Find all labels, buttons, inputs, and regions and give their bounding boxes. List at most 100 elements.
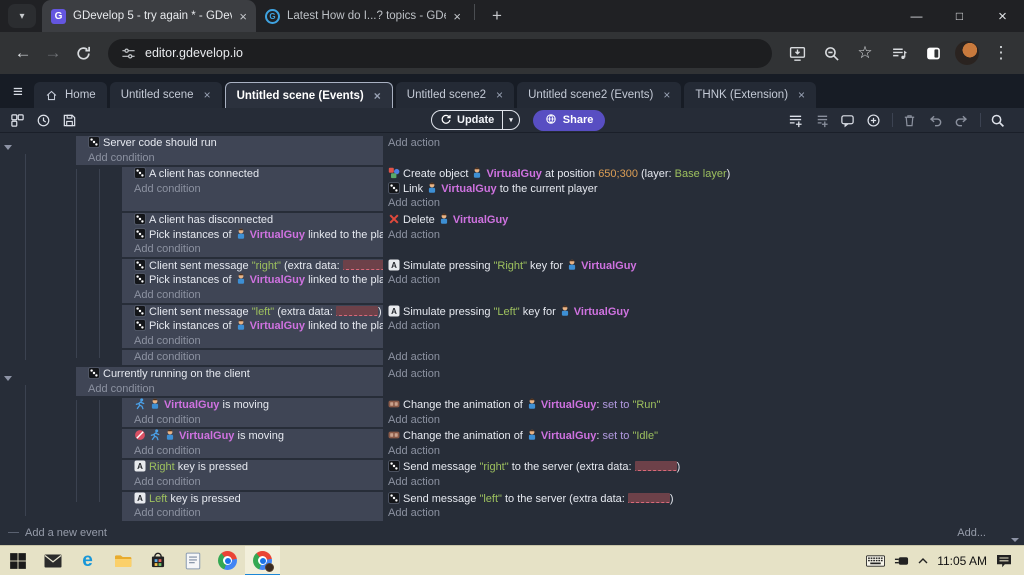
condition-line[interactable]: Currently running on the client <box>88 367 379 382</box>
tab-close-icon[interactable]: × <box>374 89 381 103</box>
action-line[interactable]: Change the animation of VirtualGuy: set … <box>388 429 1024 444</box>
history-clock-button[interactable] <box>35 112 52 129</box>
actions-cell[interactable]: Add action <box>383 350 1024 365</box>
condition-line[interactable]: Server code should run <box>88 136 379 151</box>
power-plug-icon[interactable] <box>894 556 909 566</box>
add-condition-button[interactable]: Add condition <box>134 288 379 303</box>
close-button[interactable]: × <box>981 0 1024 32</box>
conditions-cell[interactable]: VirtualGuy is movingAdd condition <box>122 429 383 458</box>
event-row[interactable]: Server code should runAdd condition Add a… <box>0 136 1024 165</box>
editor-tab-untitled-scene-events-[interactable]: Untitled scene (Events)× <box>225 82 393 108</box>
tab-close-icon[interactable]: × <box>663 88 670 102</box>
event-row[interactable]: VirtualGuy is movingAdd condition Change … <box>0 398 1024 427</box>
undo-button[interactable] <box>927 112 944 129</box>
tab-close-icon[interactable]: × <box>453 10 461 23</box>
media-playlist-button[interactable] <box>884 38 914 68</box>
taskbar-file-explorer[interactable] <box>105 546 140 575</box>
condition-line[interactable]: Client sent message "right" (extra data:… <box>134 259 379 274</box>
actions-cell[interactable]: Delete VirtualGuyAdd action <box>383 213 1024 257</box>
add-action-button[interactable]: Add action <box>388 444 1024 459</box>
redacted-parameter[interactable] <box>336 306 378 316</box>
add-action-button[interactable]: Add action <box>388 196 1024 211</box>
actions-cell[interactable]: ASimulate pressing "Right" key for Virtu… <box>383 259 1024 303</box>
conditions-cell[interactable]: Currently running on the clientAdd condi… <box>76 367 383 396</box>
add-action-button[interactable]: Add action <box>388 228 1024 243</box>
editor-tab-untitled-scene2[interactable]: Untitled scene2× <box>396 82 514 108</box>
action-line[interactable]: Send message "left" to the server (extra… <box>388 492 1024 507</box>
add-new-event-button[interactable]: Add a new event <box>8 527 107 539</box>
taskbar-edge[interactable]: e <box>70 546 105 575</box>
add-condition-button[interactable]: Add condition <box>134 182 379 197</box>
add-action-button[interactable]: Add action <box>388 367 1024 382</box>
add-action-button[interactable]: Add action <box>388 350 1024 365</box>
add-condition-button[interactable]: Add condition <box>134 350 379 365</box>
chevron-down-icon[interactable] <box>1011 538 1019 542</box>
trash-button[interactable] <box>901 112 918 129</box>
editor-tab-home[interactable]: Home <box>34 82 107 108</box>
browser-tab[interactable]: GLatest How do I...? topics - GDe× <box>256 0 470 32</box>
action-line[interactable]: ASimulate pressing "Left" key for Virtua… <box>388 305 1024 320</box>
conditions-cell[interactable]: Client sent message "right" (extra data:… <box>122 259 383 303</box>
condition-line[interactable]: A client has connected <box>134 167 379 182</box>
add-action-button[interactable]: Add action <box>388 136 1024 151</box>
editor-tab-untitled-scene[interactable]: Untitled scene× <box>110 82 222 108</box>
event-row[interactable]: A client has disconnectedPick instances … <box>0 213 1024 257</box>
action-line[interactable]: Create object VirtualGuy at position 650… <box>388 167 1024 182</box>
actions-cell[interactable]: Change the animation of VirtualGuy: set … <box>383 398 1024 427</box>
action-line[interactable]: ASimulate pressing "Right" key for Virtu… <box>388 259 1024 274</box>
event-row[interactable]: ALeft key is pressedAdd conditionSend me… <box>0 492 1024 521</box>
address-bar[interactable]: editor.gdevelop.io <box>108 39 772 68</box>
update-dropdown-button[interactable]: ▾ <box>502 111 519 129</box>
bookmark-star-button[interactable]: ☆ <box>850 38 880 68</box>
profile-avatar-button[interactable] <box>952 38 982 68</box>
redacted-parameter[interactable] <box>635 461 677 471</box>
add-condition-button[interactable]: Add condition <box>134 475 379 490</box>
forward-arrow-button[interactable]: → <box>38 38 68 68</box>
event-row[interactable]: ARight key is pressedAdd condition Send m… <box>0 460 1024 489</box>
event-row[interactable]: VirtualGuy is movingAdd condition Change … <box>0 429 1024 458</box>
action-line[interactable]: Send message "right" to the server (extr… <box>388 460 1024 475</box>
main-menu-button[interactable]: ≡ <box>2 78 34 106</box>
actions-cell[interactable]: Add action <box>383 136 1024 165</box>
save-floppy-button[interactable] <box>61 112 78 129</box>
add-condition-button[interactable]: Add condition <box>134 334 379 349</box>
conditions-cell[interactable]: ARight key is pressedAdd condition <box>122 460 383 489</box>
minimize-button[interactable]: — <box>895 0 938 32</box>
keyboard-tray-icon[interactable] <box>866 555 885 567</box>
add-action-button[interactable]: Add action <box>388 413 1024 428</box>
taskbar-chrome-active[interactable] <box>245 546 280 575</box>
taskbar-store[interactable] <box>140 546 175 575</box>
menu-kebab-button[interactable]: ⋮ <box>986 38 1016 68</box>
tab-search-button[interactable]: ▾ <box>8 4 36 28</box>
action-line[interactable]: Delete VirtualGuy <box>388 213 1024 228</box>
editor-tab-untitled-scene2-events-[interactable]: Untitled scene2 (Events)× <box>517 82 681 108</box>
actions-cell[interactable]: Create object VirtualGuy at position 650… <box>383 167 1024 211</box>
conditions-cell[interactable]: Server code should runAdd condition <box>76 136 383 165</box>
taskbar-mail[interactable] <box>35 546 70 575</box>
condition-line[interactable]: VirtualGuy is moving <box>134 398 379 413</box>
add-action-button[interactable]: Add action <box>388 273 1024 288</box>
tab-close-icon[interactable]: × <box>204 88 211 102</box>
layout-panels-button[interactable] <box>9 112 26 129</box>
event-row[interactable]: A client has connectedAdd condition Creat… <box>0 167 1024 211</box>
condition-line[interactable]: A client has disconnected <box>134 213 379 228</box>
fold-chevron-icon[interactable] <box>4 376 12 381</box>
event-row[interactable]: Add condition Add action <box>0 350 1024 365</box>
add-more-button[interactable]: Add... <box>957 527 986 539</box>
clock[interactable]: 11:05 AM <box>937 554 987 568</box>
conditions-cell[interactable]: A client has connectedAdd condition <box>122 167 383 211</box>
event-row[interactable]: Client sent message "right" (extra data:… <box>0 259 1024 303</box>
share-button[interactable]: Share <box>533 110 606 131</box>
event-row[interactable]: Currently running on the clientAdd condi… <box>0 367 1024 396</box>
redacted-parameter[interactable] <box>628 493 670 503</box>
actions-cell[interactable]: ASimulate pressing "Left" key for Virtua… <box>383 305 1024 349</box>
actions-cell[interactable]: Send message "left" to the server (extra… <box>383 492 1024 521</box>
condition-line[interactable]: Pick instances of VirtualGuy linked to t… <box>134 228 379 243</box>
add-condition-button[interactable]: Add condition <box>134 413 379 428</box>
taskbar-notepad[interactable] <box>175 546 210 575</box>
condition-line[interactable]: VirtualGuy is moving <box>134 429 379 444</box>
condition-line[interactable]: ALeft key is pressed <box>134 492 379 507</box>
editor-tab-thnk-extension-[interactable]: THNK (Extension)× <box>684 82 816 108</box>
reload-button[interactable] <box>68 38 98 68</box>
add-condition-button[interactable]: Add condition <box>134 242 379 257</box>
